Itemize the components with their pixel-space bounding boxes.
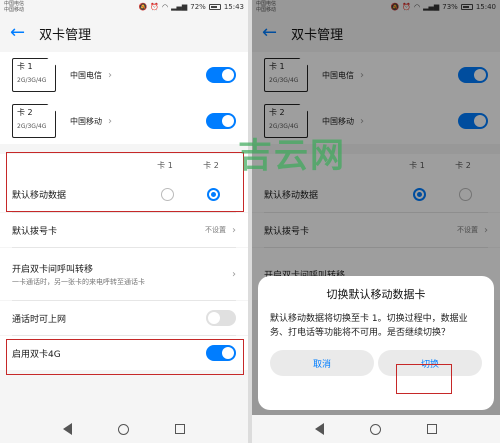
internet-in-call-label: 通话时可上网 [12, 314, 67, 325]
carrier-2: 中国移动 [4, 7, 25, 13]
sim-label: 卡 1 [17, 62, 33, 71]
cancel-button[interactable]: 取消 [270, 350, 374, 376]
wifi-icon: ◠ [161, 2, 169, 11]
status-icons: 🔕 ⏰ ◠ ▂▄▆ 72% 15:43 [139, 3, 244, 11]
chevron-right-icon: › [232, 268, 236, 280]
chevron-right-icon: › [108, 69, 112, 81]
chevron-right-icon: › [232, 224, 236, 236]
call-forward-label: 开启双卡间呼叫转移 [12, 264, 94, 275]
app-bar: ← 双卡管理 [0, 14, 248, 52]
nav-bar [0, 415, 248, 443]
sim-card-icon: 卡 1 2G/3G/4G [12, 58, 56, 92]
nav-back-icon[interactable] [63, 423, 72, 435]
nav-bar [252, 415, 500, 443]
mute-icon: 🔕 [138, 2, 148, 11]
signal-icon: ▂▄▆ [171, 2, 188, 11]
nav-recents-icon[interactable] [427, 424, 437, 434]
default-dial-label: 默认拨号卡 [12, 226, 58, 237]
call-forward-row[interactable]: 开启双卡间呼叫转移 一卡通话时，另一张卡的来电呼转至通话卡 › [0, 248, 248, 300]
switch-data-card-dialog: 切换默认移动数据卡 默认移动数据将切换至卡 1。切换过程中，数据业务、打电话等功… [258, 276, 494, 410]
highlight-box-confirm [396, 364, 452, 394]
status-bar: 中国电信 中国移动 🔕 ⏰ ◠ ▂▄▆ 72% 15:43 [0, 0, 248, 14]
phone-screen-right: 中国电信 中国移动 🔕 ⏰ ◠ ▂▄▆ 73% 15:40 ← 双卡管理 卡 1… [252, 0, 500, 443]
page-title: 双卡管理 [39, 27, 92, 43]
chevron-right-icon: › [108, 115, 112, 127]
phone-screen-left: 中国电信 中国移动 🔕 ⏰ ◠ ▂▄▆ 72% 15:43 ← 双卡管理 卡 1… [0, 0, 248, 443]
watermark-logo: 吉云网 [238, 136, 346, 176]
default-dial-row[interactable]: 默认拨号卡 不设置 › [0, 213, 248, 247]
sim-operator: 中国电信 [70, 70, 102, 80]
internet-in-call-toggle[interactable] [206, 310, 236, 326]
sim-operator: 中国移动 [70, 116, 102, 126]
alarm-icon: ⏰ [150, 2, 159, 11]
sim-row-1[interactable]: 卡 1 2G/3G/4G 中国电信 › [0, 52, 248, 98]
default-dial-value: 不设置 [205, 226, 226, 234]
battery-percent: 72% [190, 3, 206, 11]
call-forward-description: 一卡通话时，另一张卡的来电呼转至通话卡 [12, 277, 145, 286]
sim-bands: 2G/3G/4G [17, 77, 47, 84]
highlight-box-default-data [6, 152, 244, 212]
carrier-labels: 中国电信 中国移动 [4, 1, 24, 13]
nav-back-icon[interactable] [315, 423, 324, 435]
sim-row-2[interactable]: 卡 2 2G/3G/4G 中国移动 › [0, 98, 248, 144]
sim-2-toggle[interactable] [206, 113, 236, 129]
sim-bands: 2G/3G/4G [17, 123, 47, 130]
internet-in-call-row: 通话时可上网 [0, 301, 248, 335]
highlight-box-dual-4g [6, 339, 244, 375]
clock: 15:43 [223, 3, 244, 11]
back-arrow-icon[interactable]: ← [10, 24, 25, 42]
dialog-message: 默认移动数据将切换至卡 1。切换过程中，数据业务、打电话等功能将不可用。是否继续… [270, 314, 468, 338]
dialog-title: 切换默认移动数据卡 [326, 288, 426, 301]
sim-1-toggle[interactable] [206, 67, 236, 83]
battery-icon [208, 4, 221, 10]
sim-label: 卡 2 [17, 108, 33, 117]
nav-home-icon[interactable] [370, 423, 381, 435]
nav-home-icon[interactable] [118, 423, 129, 435]
nav-recents-icon[interactable] [175, 424, 185, 434]
sim-card-icon: 卡 2 2G/3G/4G [12, 104, 56, 138]
